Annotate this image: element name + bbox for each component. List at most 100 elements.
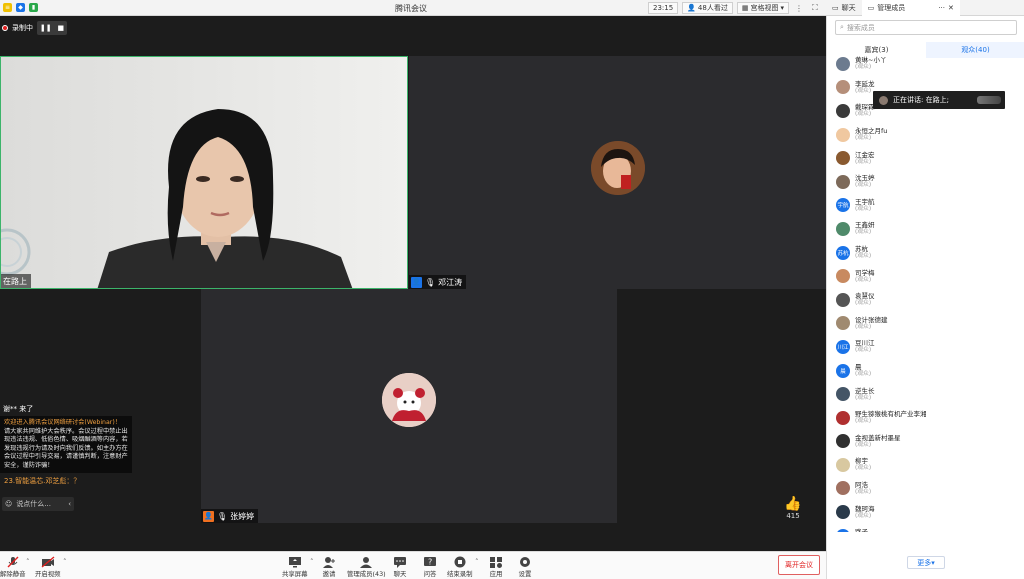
- member-role: (观众): [855, 418, 872, 425]
- unmute-button[interactable]: 解除静音: [0, 555, 26, 578]
- member-row[interactable]: 宇航 王宇航 (观众): [827, 194, 1024, 218]
- side-panel-tabs: ▭ 聊天 ▭ 管理成员 ··· ✕: [826, 0, 1024, 16]
- chat-icon: [393, 555, 407, 568]
- member-role: (观众): [855, 253, 872, 260]
- speaker-name-tag: 在路上: [1, 274, 31, 288]
- start-video-button[interactable]: 开启视频: [35, 555, 61, 578]
- close-icon[interactable]: ✕: [948, 4, 954, 12]
- video-tile-participant[interactable]: 👤 🎙 张婷婷: [201, 289, 617, 523]
- video-area: 录制中 ❚❚ ■ 在路上 👤 🎙 邓江涛 👤 🎙 张婷婷 谢** 来了 欢迎进入…: [0, 16, 826, 551]
- apps-button[interactable]: 应用: [489, 555, 503, 578]
- video-tile-speaker[interactable]: 在路上: [0, 56, 408, 289]
- qa-button[interactable]: ? 问答: [423, 555, 437, 578]
- chat-button[interactable]: 聊天: [393, 555, 407, 578]
- member-row[interactable]: 魏珂海 (观众): [827, 500, 1024, 524]
- settings-button[interactable]: 设置: [518, 555, 532, 578]
- member-row[interactable]: 金视盖新村墨星 (观众): [827, 430, 1024, 454]
- member-role: (观众): [855, 512, 872, 519]
- chat-welcome-message: 欢迎进入腾讯会议网络研讨会(Webinar)！ 请大家共同维护大会秩序。会议过程…: [0, 416, 132, 473]
- invite-button[interactable]: 邀请: [322, 555, 336, 578]
- member-row[interactable]: 柳宇 (观众): [827, 453, 1024, 477]
- member-row[interactable]: 永恒之月fu (观众): [827, 123, 1024, 147]
- stop-icon[interactable]: ■: [57, 24, 64, 32]
- speaker-mini-avatar: [879, 95, 888, 105]
- thumbs-up-icon: 👍: [784, 496, 802, 512]
- fullscreen-icon[interactable]: ⛶: [809, 2, 821, 14]
- member-info: 李延龙 (观众): [855, 80, 875, 95]
- leave-meeting-button[interactable]: 离开会议: [778, 555, 820, 575]
- member-name: 李延龙: [855, 79, 875, 88]
- tab-chat[interactable]: ▭ 聊天: [826, 0, 862, 16]
- member-row[interactable]: 袁慧仪 (观众): [827, 288, 1024, 312]
- member-row[interactable]: 黄琳~小丫 (观众): [827, 52, 1024, 76]
- shield-icon[interactable]: ◆: [16, 3, 25, 12]
- signal-icon[interactable]: ▮: [29, 3, 38, 12]
- member-row[interactable]: 逆生长 (观众): [827, 382, 1024, 406]
- member-info: 黄琳~小丫 (观众): [855, 56, 886, 71]
- member-info: 野生猕猴桃有机产业李湘 (观众): [855, 410, 927, 425]
- member-search-input[interactable]: ⌕ 搜索成员: [835, 20, 1017, 35]
- member-row[interactable]: 王鑫妍 (观众): [827, 217, 1024, 241]
- app-menu-icon[interactable]: ≡: [3, 3, 12, 12]
- member-name: 金视盖新村墨星: [855, 433, 901, 442]
- member-row[interactable]: 设计张德建 (观众): [827, 312, 1024, 336]
- more-icon[interactable]: ⋮: [793, 2, 805, 14]
- member-row[interactable]: 路子路子(观众): [827, 524, 1024, 532]
- search-icon: ⌕: [840, 23, 844, 31]
- stop-recording-button[interactable]: 结束录制: [447, 555, 473, 578]
- member-row[interactable]: 晨晨 (观众): [827, 359, 1024, 383]
- user-icon: 👤: [411, 276, 422, 288]
- member-role: (观众): [855, 465, 872, 472]
- member-avatar: [836, 457, 850, 472]
- member-avatar: [836, 174, 850, 189]
- members-icon: [359, 555, 373, 568]
- emoji-icon[interactable]: ☺: [5, 500, 12, 508]
- chevron-up-icon[interactable]: ˄: [63, 558, 67, 566]
- member-role: (观众): [855, 64, 872, 71]
- chevron-up-icon[interactable]: ˄: [310, 558, 314, 566]
- member-row[interactable]: 司学梅 (观众): [827, 264, 1024, 288]
- video-tile-participant[interactable]: 👤 🎙 邓江涛: [409, 56, 826, 289]
- member-row[interactable]: 野生猕猴桃有机产业李湘 (观众): [827, 406, 1024, 430]
- recording-label: 录制中: [12, 24, 33, 32]
- tab-members[interactable]: ▭ 管理成员 ··· ✕: [861, 0, 960, 16]
- svg-text:?: ?: [428, 557, 432, 566]
- pause-icon[interactable]: ❚❚: [40, 24, 52, 32]
- member-row[interactable]: 沈玉婷 (观众): [827, 170, 1024, 194]
- manage-members-button[interactable]: 管理成员(43): [347, 555, 386, 578]
- member-row[interactable]: 苏杭 苏杭 (观众): [827, 241, 1024, 265]
- camera-off-icon: [41, 555, 55, 568]
- more-button[interactable]: 更多 ▾: [907, 556, 945, 569]
- member-role: (观众): [855, 182, 872, 189]
- chat-overlay: 谢** 来了 欢迎进入腾讯会议网络研讨会(Webinar)！ 请大家共同维护大会…: [0, 404, 140, 486]
- member-row[interactable]: 阿浩 (观众): [827, 477, 1024, 501]
- invite-label: 邀请: [322, 570, 336, 578]
- member-role: (观众): [855, 347, 872, 354]
- like-button[interactable]: 👍 415: [782, 496, 804, 520]
- member-avatar: [836, 505, 850, 520]
- member-role: (观众): [855, 205, 872, 212]
- chevron-left-icon[interactable]: ‹: [68, 500, 71, 508]
- member-info: 江金宏 (观众): [855, 151, 875, 166]
- member-row[interactable]: 江金宏 (观众): [827, 146, 1024, 170]
- tab-members-label: 管理成员: [877, 4, 906, 12]
- start-video-label: 开启视频: [35, 570, 61, 578]
- chevron-up-icon[interactable]: ˄: [26, 558, 30, 566]
- share-screen-button[interactable]: 共享屏幕: [282, 555, 308, 578]
- participants-count: 48人看过: [697, 4, 728, 12]
- gear-icon: [518, 555, 532, 568]
- view-mode-button[interactable]: ▦ 宫格视图 ▾: [736, 2, 789, 14]
- participants-button[interactable]: 👤 48人看过: [682, 2, 733, 14]
- member-avatar: 苏杭: [836, 245, 850, 260]
- member-role: (观众): [855, 87, 872, 94]
- chat-input-placeholder: 说点什么...: [16, 500, 51, 508]
- member-info: 沈玉婷 (观众): [855, 174, 875, 189]
- chat-input[interactable]: ☺ 说点什么... ‹: [2, 497, 74, 511]
- view-mode-label: 宫格视图: [750, 4, 779, 12]
- chevron-up-icon[interactable]: ˄: [475, 558, 479, 566]
- more-options-icon[interactable]: ···: [938, 4, 945, 12]
- people-icon: 👤: [687, 4, 696, 12]
- member-row[interactable]: 川江 豆川江 (观众): [827, 335, 1024, 359]
- tile-name: 张婷婷: [230, 511, 255, 521]
- muted-mic-icon: 🎙: [425, 277, 436, 287]
